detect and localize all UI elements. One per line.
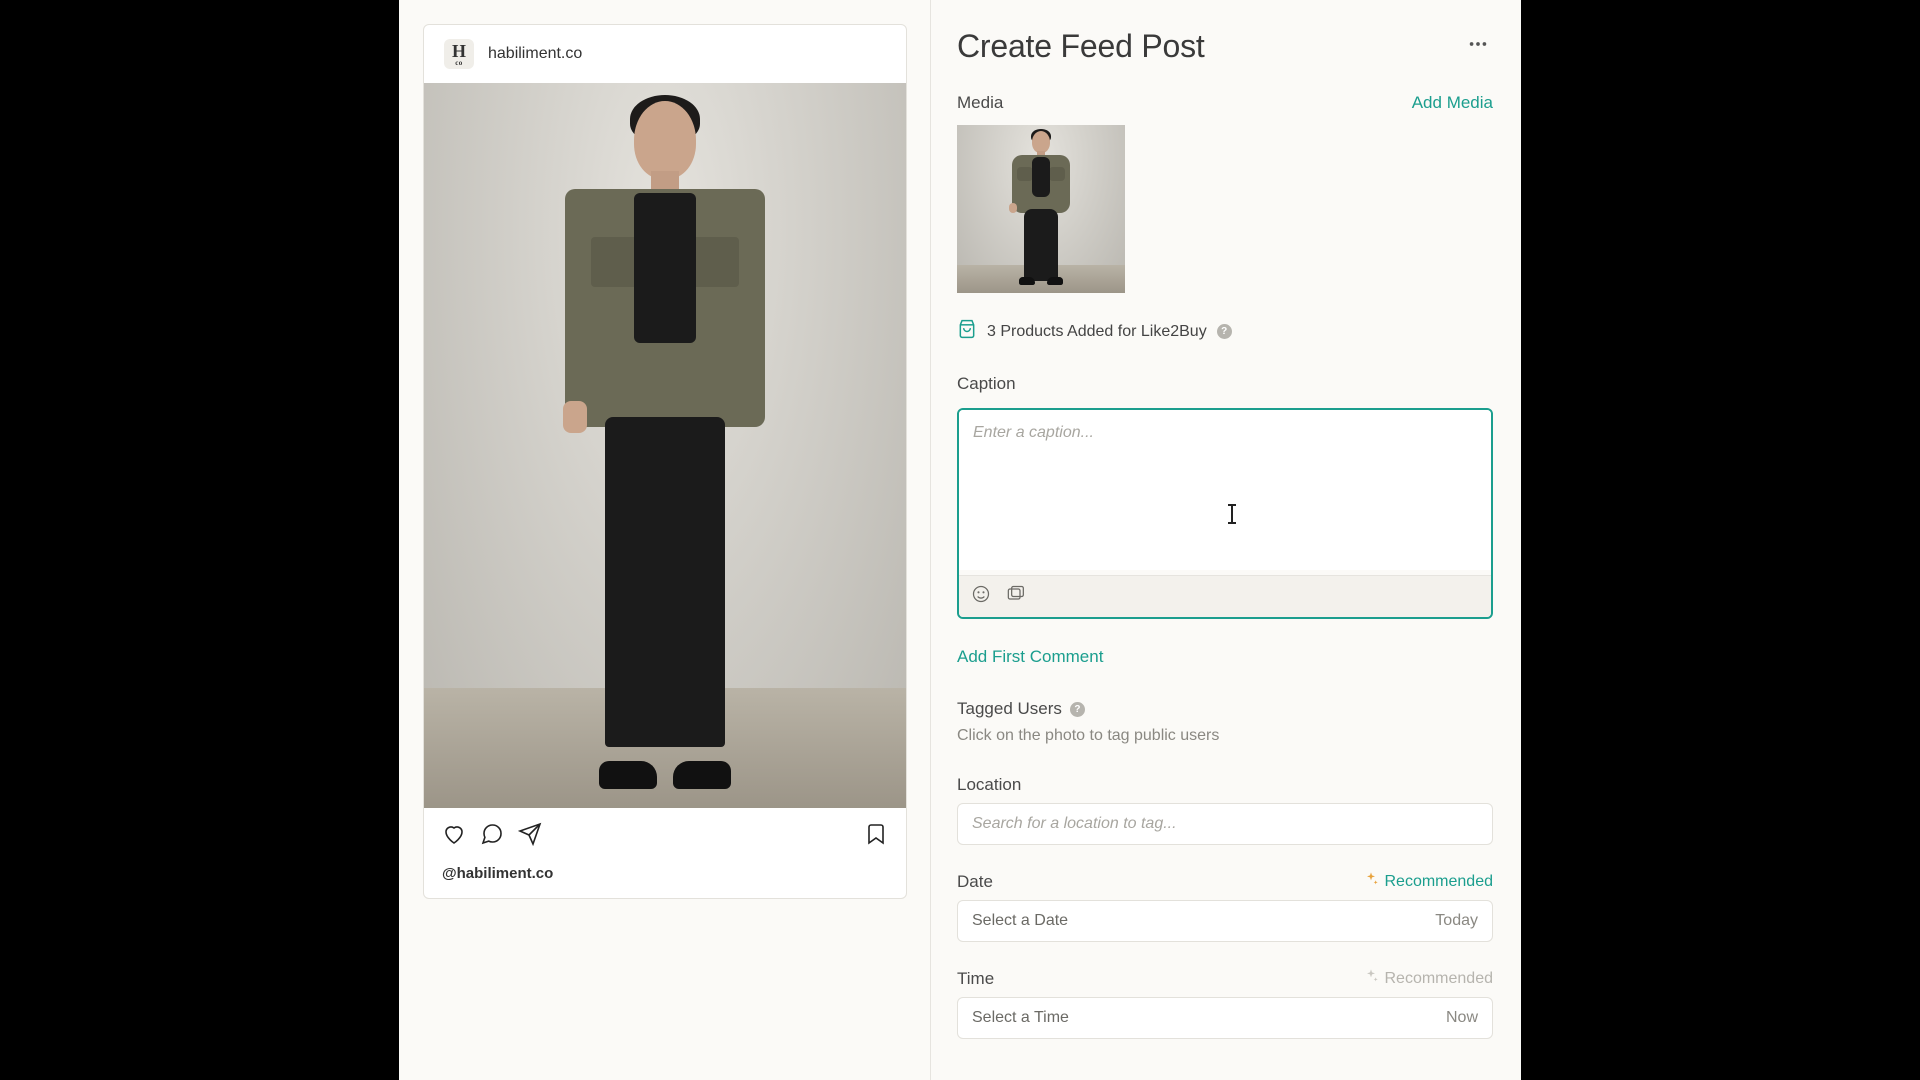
caption-label: Caption (957, 374, 1493, 394)
post-preview-card: H co habiliment.co (423, 24, 907, 899)
media-label: Media (957, 93, 1003, 113)
media-thumbnail[interactable] (957, 125, 1125, 293)
comment-icon (480, 822, 504, 851)
location-label: Location (957, 775, 1493, 795)
caption-input[interactable] (959, 410, 1491, 570)
location-input[interactable] (972, 815, 1478, 833)
location-field[interactable] (957, 803, 1493, 845)
date-label: Date (957, 872, 993, 892)
date-field[interactable]: Select a Date Today (957, 900, 1493, 942)
preview-header: H co habiliment.co (424, 25, 906, 83)
emoji-icon[interactable] (971, 584, 991, 609)
bookmark-icon (864, 822, 888, 851)
sparkle-icon (1363, 871, 1379, 892)
heart-icon (442, 822, 466, 851)
page-title: Create Feed Post (957, 28, 1205, 65)
send-icon (518, 822, 542, 851)
recommended-text: Recommended (1385, 970, 1494, 988)
date-placeholder: Select a Date (972, 912, 1068, 930)
add-first-comment-link[interactable]: Add First Comment (957, 647, 1493, 667)
account-handle: habiliment.co (488, 45, 582, 63)
help-icon[interactable]: ? (1217, 324, 1232, 339)
help-icon[interactable]: ? (1070, 702, 1085, 717)
date-suffix: Today (1435, 912, 1478, 930)
caption-toolbar (959, 575, 1491, 617)
avatar-sub: co (455, 60, 463, 67)
time-recommended-badge[interactable]: Recommended (1363, 968, 1494, 989)
time-suffix: Now (1446, 1009, 1478, 1027)
preview-caption-handle: @habiliment.co (424, 865, 906, 898)
sparkle-icon (1363, 968, 1379, 989)
preview-actions (424, 808, 906, 865)
date-recommended-badge[interactable]: Recommended (1363, 871, 1494, 892)
tagged-users-hint: Click on the photo to tag public users (957, 727, 1493, 745)
preview-image[interactable] (424, 83, 906, 808)
time-placeholder: Select a Time (972, 1009, 1069, 1027)
products-row[interactable]: 3 Products Added for Like2Buy ? (957, 319, 1493, 344)
caption-box (957, 408, 1493, 619)
template-icon[interactable] (1005, 584, 1025, 609)
app-container: H co habiliment.co (399, 0, 1521, 1080)
products-text: 3 Products Added for Like2Buy (987, 323, 1207, 341)
more-options-button[interactable] (1463, 29, 1493, 64)
time-field[interactable]: Select a Time Now (957, 997, 1493, 1039)
add-media-link[interactable]: Add Media (1412, 93, 1493, 113)
composer-pane: Create Feed Post Media Add Media 3 Produ… (931, 0, 1521, 1080)
recommended-text: Recommended (1385, 873, 1494, 891)
time-label: Time (957, 969, 994, 989)
shopping-bag-icon (957, 319, 977, 344)
tagged-users-label: Tagged Users (957, 699, 1062, 719)
avatar-letter: H (452, 42, 466, 60)
account-avatar: H co (444, 39, 474, 69)
preview-pane: H co habiliment.co (399, 0, 931, 1080)
